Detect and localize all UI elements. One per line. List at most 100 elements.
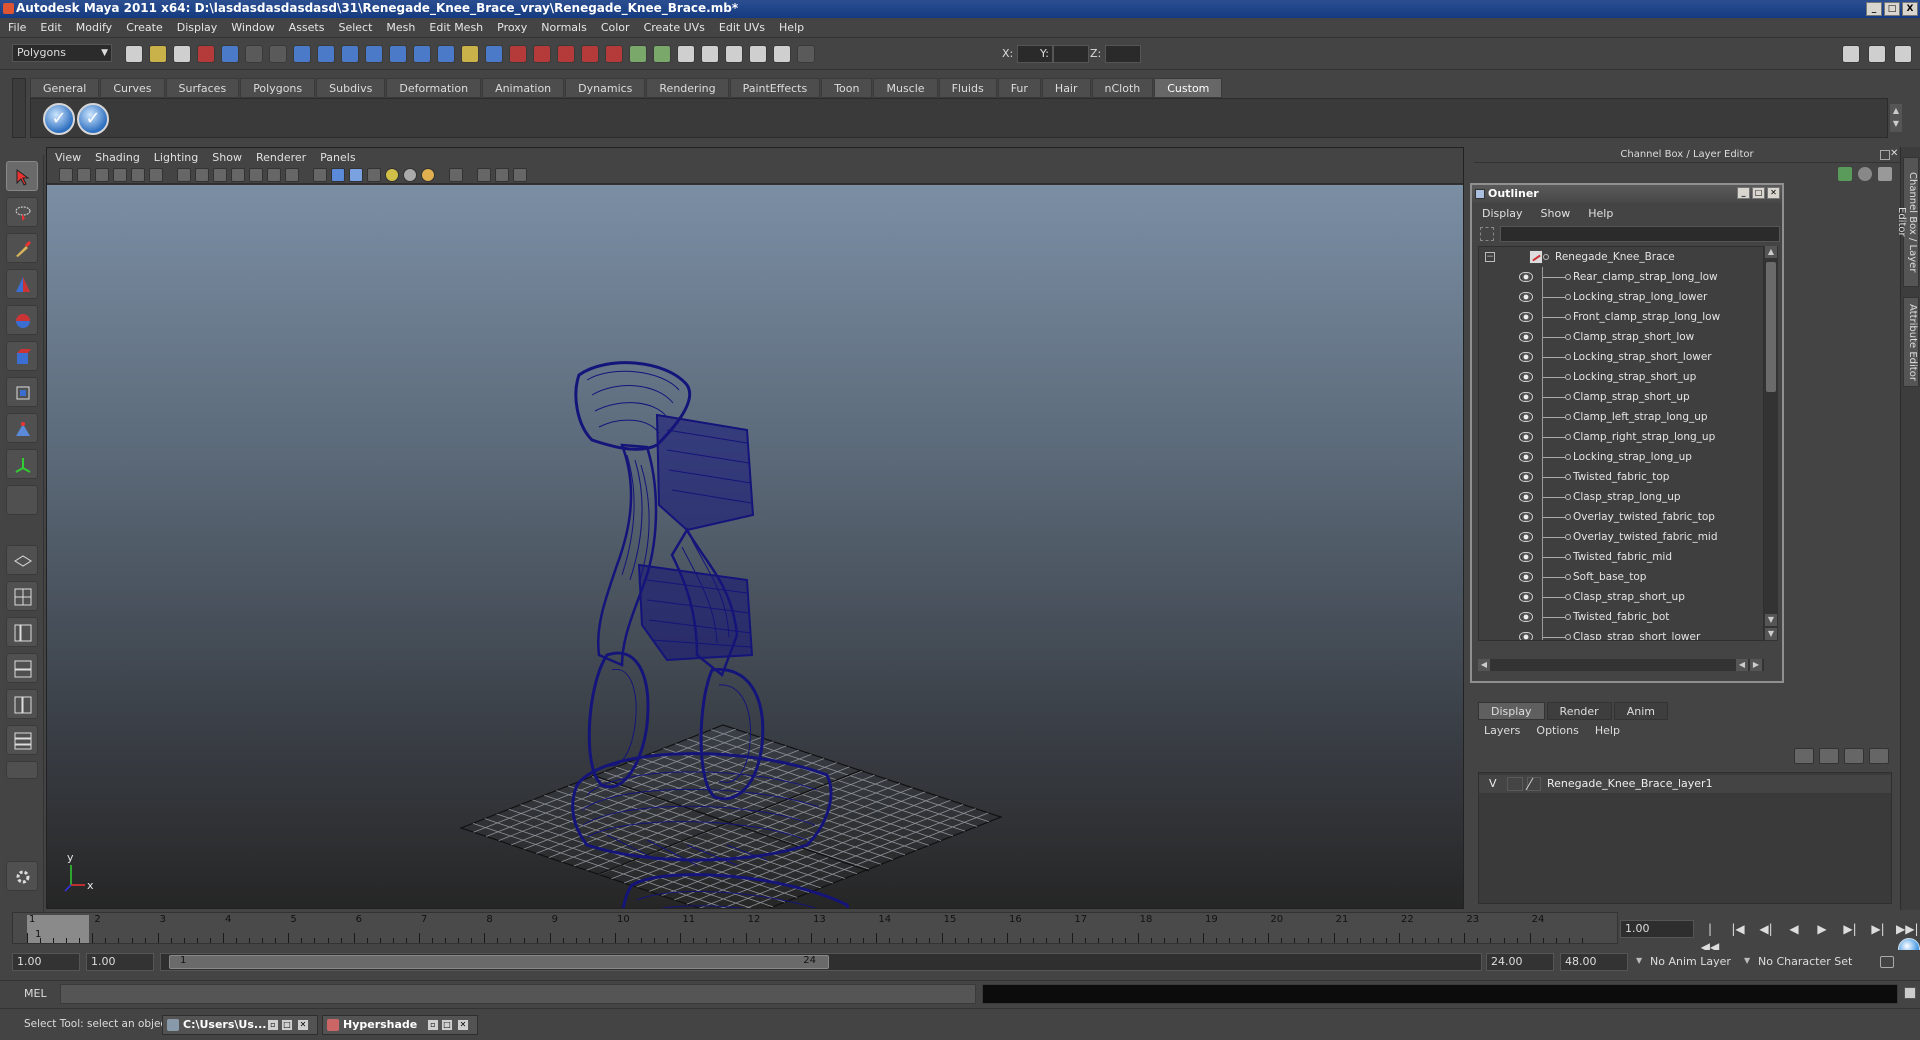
snap-to-point-icon[interactable] xyxy=(341,45,359,63)
outliner-item[interactable]: Clamp_strap_short_low xyxy=(1479,327,1763,347)
shelf-tab-dynamics[interactable]: Dynamics xyxy=(565,78,646,98)
shelf-tab-general[interactable]: General xyxy=(30,78,100,98)
restore-icon[interactable]: ▫ xyxy=(427,1019,439,1031)
scale-tool-button[interactable] xyxy=(6,341,38,371)
menu-set-dropdown[interactable]: Polygons ▼ xyxy=(12,44,112,62)
menu-mesh[interactable]: Mesh xyxy=(386,21,415,34)
resolution-gate-icon[interactable] xyxy=(213,168,227,182)
scroll-thumb[interactable] xyxy=(1766,262,1776,392)
custom-shelf-check-icon-2[interactable]: ✓ xyxy=(77,103,109,135)
save-scene-icon[interactable] xyxy=(173,45,191,63)
outliner-item[interactable]: Overlay_twisted_fabric_mid xyxy=(1479,527,1763,547)
render-current-frame-icon[interactable] xyxy=(509,45,527,63)
render-view-icon[interactable] xyxy=(605,45,623,63)
menu-color[interactable]: Color xyxy=(601,21,630,34)
scroll-left-icon-2[interactable]: ◀ xyxy=(1736,659,1748,671)
output-line-icon[interactable] xyxy=(653,45,671,63)
start-time-field[interactable]: 1.00 xyxy=(12,953,80,971)
layout-toggle-button[interactable] xyxy=(6,761,38,779)
share-icon[interactable] xyxy=(513,168,527,182)
restore-icon[interactable]: ▫ xyxy=(267,1019,279,1031)
step-back-frame-button[interactable]: |◀ xyxy=(1728,920,1748,938)
maximize-icon[interactable]: □ xyxy=(441,1019,453,1031)
vp-menu-panels[interactable]: Panels xyxy=(320,151,355,164)
custom-shelf-check-icon[interactable]: ✓ xyxy=(43,103,75,135)
menu-create[interactable]: Create xyxy=(126,21,163,34)
make-live-icon[interactable] xyxy=(389,45,407,63)
outliner-item[interactable]: Twisted_fabric_top xyxy=(1479,467,1763,487)
select-by-hierarchy-icon[interactable] xyxy=(197,45,215,63)
outliner-item[interactable]: Overlay_twisted_fabric_top xyxy=(1479,507,1763,527)
safe-title-icon[interactable] xyxy=(285,168,299,182)
show-attribute-editor-icon[interactable] xyxy=(725,45,743,63)
bookmarks-icon[interactable] xyxy=(95,168,109,182)
select-by-object-icon[interactable] xyxy=(221,45,239,63)
step-back-key-button[interactable]: ◀| xyxy=(1756,920,1776,938)
menu-help[interactable]: Help xyxy=(779,21,804,34)
outliner-item[interactable]: Clasp_strap_short_lower xyxy=(1479,627,1763,640)
lasso-tool-button[interactable] xyxy=(6,197,38,227)
layer-tab-display[interactable]: Display xyxy=(1478,702,1545,720)
close-button[interactable]: X xyxy=(1902,2,1918,16)
scroll-down-icon[interactable]: ▼ xyxy=(1765,614,1777,626)
range-slider-handle[interactable]: 1 24 xyxy=(169,955,829,969)
shelf-tab-polygons[interactable]: Polygons xyxy=(240,78,316,98)
paint-select-tool-button[interactable] xyxy=(6,233,38,263)
default-light-icon[interactable] xyxy=(385,168,399,182)
channel-box-toggle-icon[interactable] xyxy=(1868,45,1886,63)
layer-tab-anim[interactable]: Anim xyxy=(1613,702,1668,720)
safe-action-icon[interactable] xyxy=(267,168,281,182)
field-chart-icon[interactable] xyxy=(249,168,263,182)
smooth-shade-icon[interactable] xyxy=(331,168,345,182)
float-panel-icon[interactable] xyxy=(1880,150,1890,160)
shelf-tab-curves[interactable]: Curves xyxy=(100,78,165,98)
maximize-button[interactable]: □ xyxy=(1884,2,1900,16)
taskbar-explorer-window[interactable]: C:\Users\Us... ▫ □ ✕ xyxy=(162,1015,318,1035)
persp-graph-hypergraph-button[interactable] xyxy=(6,725,38,755)
layer-tab-render[interactable]: Render xyxy=(1546,702,1612,720)
script-editor-icon[interactable] xyxy=(1904,987,1916,999)
gate-mask-icon[interactable] xyxy=(231,168,245,182)
layer-menu-layers[interactable]: Layers xyxy=(1484,724,1520,742)
taskbar-hypershade-window[interactable]: Hypershade ▫ □ ✕ xyxy=(322,1015,478,1035)
modeling-toolkit-button[interactable] xyxy=(6,861,38,891)
layer-visibility-toggle[interactable]: V xyxy=(1489,775,1497,793)
shelf-tab-hair[interactable]: Hair xyxy=(1041,78,1091,98)
grease-pencil-icon[interactable] xyxy=(149,168,163,182)
move-layer-down-icon[interactable] xyxy=(1819,748,1839,764)
close-icon[interactable]: ✕ xyxy=(297,1019,309,1031)
outliner-item[interactable]: Locking_strap_short_up xyxy=(1479,367,1763,387)
outliner-filter-input[interactable] xyxy=(1500,226,1780,242)
rotate-tool-button[interactable] xyxy=(6,305,38,335)
character-set-dropdown[interactable]: No Character Set xyxy=(1758,953,1852,971)
single-perspective-layout-button[interactable] xyxy=(6,545,38,575)
outliner-item[interactable]: Clasp_strap_short_up xyxy=(1479,587,1763,607)
vp-menu-show[interactable]: Show xyxy=(212,151,242,164)
shelf-tab-fluids[interactable]: Fluids xyxy=(938,78,997,98)
mel-input[interactable] xyxy=(60,984,976,1004)
wireframe-on-shaded-icon[interactable] xyxy=(349,168,363,182)
playback-start-field[interactable]: 1.00 xyxy=(86,953,154,971)
new-scene-icon[interactable] xyxy=(125,45,143,63)
vp-menu-shading[interactable]: Shading xyxy=(95,151,140,164)
magnet-icon[interactable] xyxy=(461,45,479,63)
shelf-tab-custom[interactable]: Custom xyxy=(1154,78,1223,98)
attribute-editor-toggle-icon[interactable] xyxy=(1894,45,1912,63)
anim-layer-dropdown[interactable]: No Anim Layer xyxy=(1650,953,1731,971)
2d-pan-zoom-icon[interactable] xyxy=(131,168,145,182)
persp-outliner-layout-button[interactable] xyxy=(6,617,38,647)
outliner-item[interactable]: Twisted_fabric_mid xyxy=(1479,547,1763,567)
shelf-menu-handle[interactable] xyxy=(12,78,26,138)
menu-display[interactable]: Display xyxy=(177,21,218,34)
outliner-maximize-button[interactable]: □ xyxy=(1752,187,1765,199)
shelf-tab-animation[interactable]: Animation xyxy=(482,78,565,98)
collapse-icon[interactable]: − xyxy=(1485,252,1495,262)
outliner-menu-display[interactable]: Display xyxy=(1482,207,1523,220)
outliner-item[interactable]: Twisted_fabric_bot xyxy=(1479,607,1763,627)
maximize-icon[interactable]: □ xyxy=(281,1019,293,1031)
outliner-minimize-button[interactable]: _ xyxy=(1737,187,1750,199)
outliner-item[interactable]: Clamp_strap_short_up xyxy=(1479,387,1763,407)
construction-history-icon[interactable] xyxy=(485,45,503,63)
help-icon[interactable] xyxy=(437,45,455,63)
menu-window[interactable]: Window xyxy=(231,21,274,34)
